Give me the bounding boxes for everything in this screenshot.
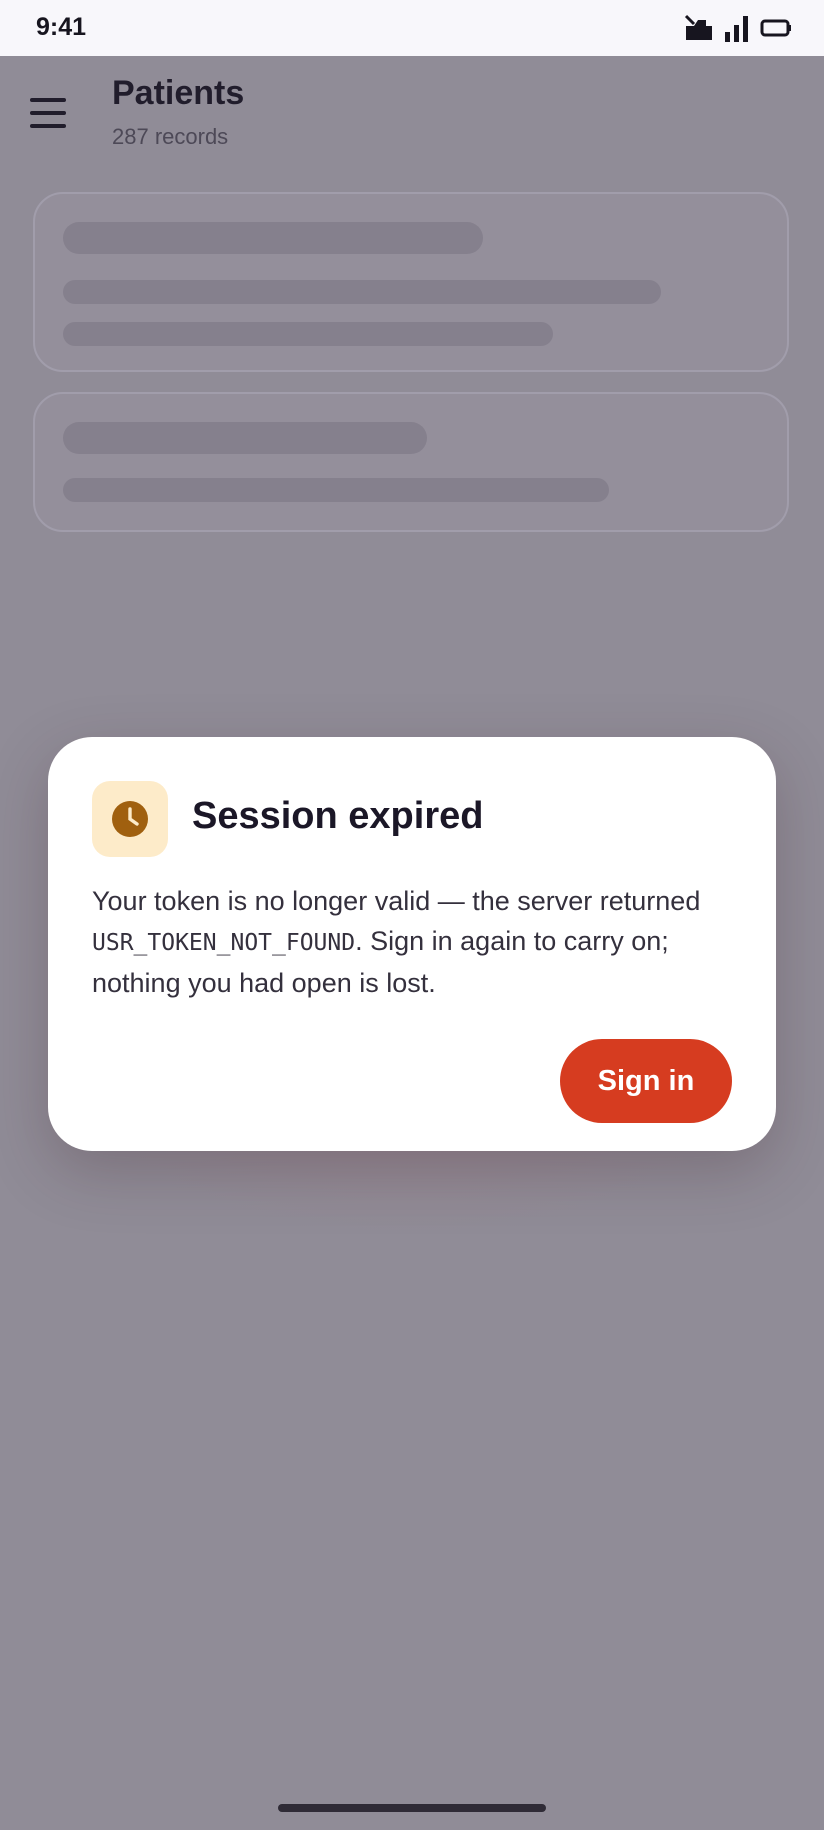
error-code: USR_TOKEN_NOT_FOUND: [92, 930, 356, 956]
record-count: 287 records: [112, 124, 229, 149]
dialog-message: Your token is no longer valid — the serv…: [92, 881, 742, 1003]
page-title: Patients: [112, 74, 245, 112]
skeleton-line: [63, 222, 483, 254]
skeleton-line: [63, 478, 609, 502]
skeleton-line: [63, 422, 427, 454]
home-indicator[interactable]: [278, 1804, 546, 1812]
skeleton-card: [33, 192, 789, 372]
notification-icon: [684, 14, 712, 40]
status-icons: [684, 14, 792, 42]
hamburger-menu-icon[interactable]: [30, 96, 66, 130]
dialog-title: Session expired: [192, 795, 484, 837]
status-time: 9:41: [36, 13, 87, 41]
skeleton-card: [33, 392, 789, 532]
sign-in-button[interactable]: Sign in: [560, 1039, 732, 1123]
dialog-message-text: Your token is no longer valid — the serv…: [92, 886, 701, 916]
clock-icon: [112, 801, 148, 837]
battery-icon: [760, 19, 791, 37]
dialog-icon-container: [92, 781, 168, 857]
skeleton-line: [63, 280, 661, 304]
signal-icon: [725, 16, 748, 42]
status-bar: 9:41: [0, 0, 824, 56]
session-expired-dialog: Session expired Your token is no longer …: [48, 737, 776, 1151]
skeleton-line: [63, 322, 553, 346]
